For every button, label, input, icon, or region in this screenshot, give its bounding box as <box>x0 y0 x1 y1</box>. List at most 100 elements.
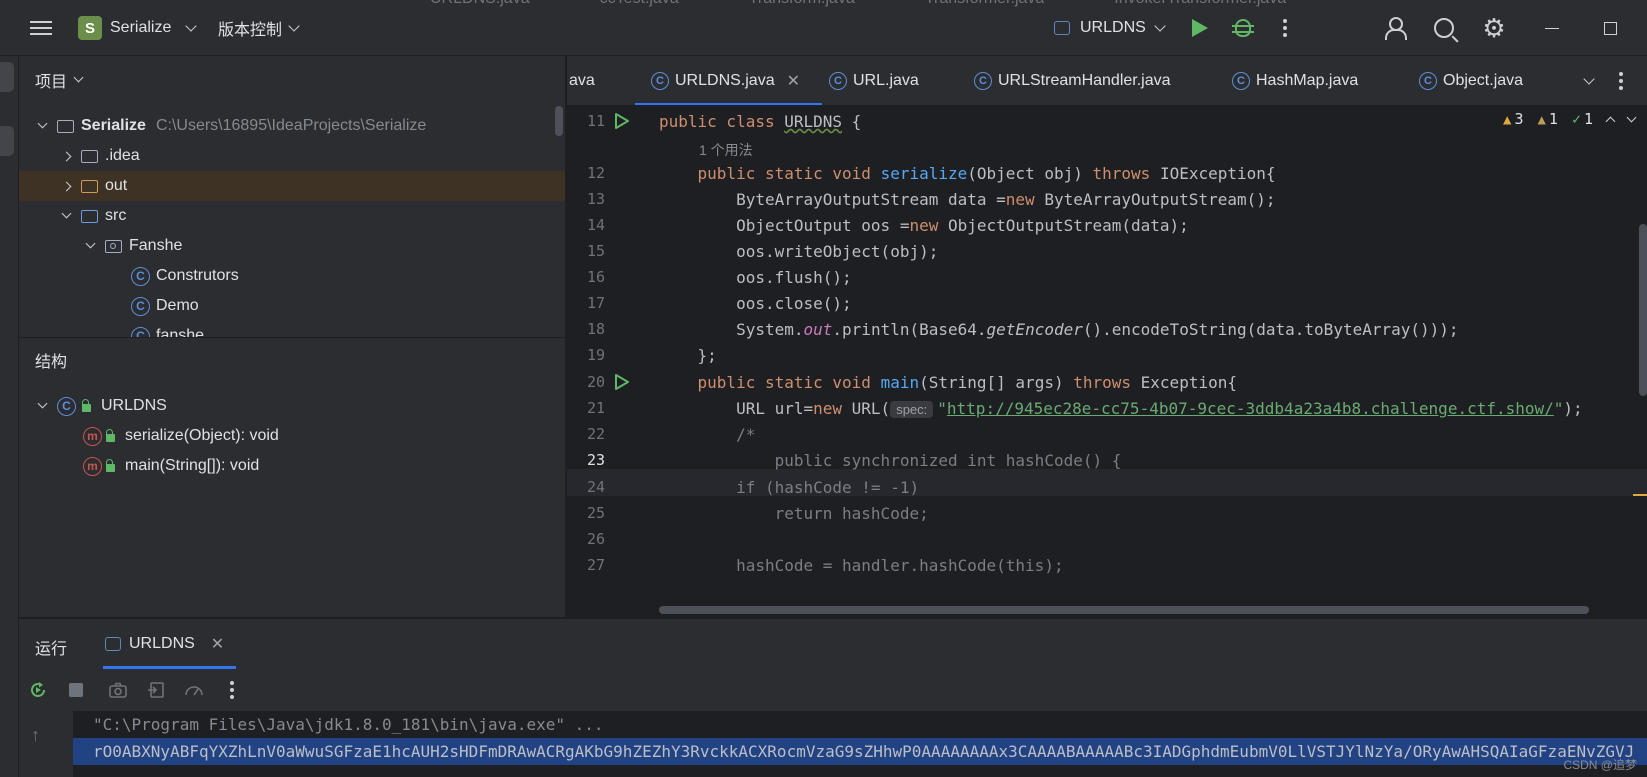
tab-label: HashMap.java <box>1256 72 1359 89</box>
editor-tab-bar: ava C URLDNS.java ✕ C URL.java C URLStre… <box>567 56 1647 106</box>
run-tab[interactable]: URLDNS ✕ <box>102 619 237 669</box>
chevron-down-icon <box>85 238 95 249</box>
stop-icon[interactable] <box>63 677 89 703</box>
tree-item-demo[interactable]: C Demo <box>19 291 565 321</box>
class-icon: C <box>57 396 76 416</box>
chevron-right-icon <box>61 181 71 191</box>
project-selector[interactable]: S Serialize <box>78 0 198 56</box>
chevron-down-icon <box>1583 72 1595 85</box>
code-line: public static void serialize(Object obj)… <box>697 164 1276 183</box>
menu-icon[interactable] <box>30 0 54 56</box>
background-tab[interactable]: URLDNS.java <box>430 0 530 8</box>
chevron-up-icon[interactable] <box>1605 116 1616 126</box>
run-gutter-icon[interactable] <box>614 373 630 391</box>
code-line: oos.close(); <box>659 294 852 313</box>
tree-item-src[interactable]: src <box>19 201 565 231</box>
tree-item-out[interactable]: out <box>19 171 565 201</box>
line-number: 12 <box>586 164 605 182</box>
rerun-icon[interactable] <box>25 677 51 703</box>
structure-class-label: URLDNS <box>101 397 167 414</box>
restore-layout-icon[interactable] <box>143 677 169 703</box>
vcs-menu[interactable]: 版本控制 <box>218 0 300 56</box>
class-icon: C <box>131 296 150 316</box>
editor-tab-active[interactable]: C URLDNS.java ✕ <box>635 56 822 105</box>
line-number: 19 <box>586 346 605 364</box>
left-tool-strip <box>0 56 19 777</box>
structure-method-item[interactable]: m serialize(Object): void <box>19 421 566 451</box>
search-icon[interactable] <box>1424 0 1464 56</box>
more-icon[interactable] <box>219 677 245 703</box>
chevron-down-icon <box>1154 19 1166 32</box>
more-icon[interactable] <box>1265 0 1305 56</box>
inspection-widget[interactable]: ▲ 3 ▲ 1 ✓ 1 <box>1503 110 1647 128</box>
close-icon[interactable]: ✕ <box>787 71 800 91</box>
line-number: 11 <box>586 112 605 130</box>
code-line: URL url=new URL(spec: "http://945ec28e-cc… <box>659 399 1583 418</box>
editor-tab[interactable]: ava <box>569 56 595 105</box>
editor-tab[interactable]: C URLStreamHandler.java <box>974 56 1171 105</box>
run-configuration-selector[interactable]: URLDNS <box>1054 0 1166 56</box>
maximize-icon[interactable] <box>1590 0 1630 56</box>
code-editor[interactable]: ▲ 3 ▲ 1 ✓ 1 11 12 13 14 15 16 17 18 19 20 2… <box>567 106 1647 617</box>
camera-icon[interactable] <box>105 677 131 703</box>
tree-item-construtors[interactable]: C Construtors <box>19 261 565 291</box>
project-tool-icon[interactable] <box>0 62 14 92</box>
console-output-line: rO0ABXNyABFqYXZhLnV0aWwuSGFzaE1hcAUH2sHD… <box>73 738 1647 765</box>
tree-item-fanshe[interactable]: Fanshe <box>19 231 565 261</box>
tab-label: URLStreamHandler.java <box>998 72 1171 89</box>
editor-tab[interactable]: C Object.java <box>1419 56 1523 105</box>
editor-tab[interactable]: C HashMap.java <box>1232 56 1359 105</box>
tree-item-label: Fanshe <box>129 237 183 254</box>
structure-panel-title: 结构 <box>35 354 68 371</box>
folder-icon <box>81 149 98 163</box>
tree-item-label: Demo <box>156 297 199 314</box>
background-tab[interactable]: ccTest.java <box>600 0 679 8</box>
scroll-up-icon[interactable]: ↑ <box>31 725 40 746</box>
tree-item-serialize[interactable]: Serialize C:\Users\16895\IdeaProjects\Se… <box>19 111 565 141</box>
structure-class-item[interactable]: C URLDNS <box>19 391 566 421</box>
public-lock-icon <box>106 429 115 442</box>
line-number: 23 <box>586 451 605 469</box>
close-icon[interactable]: ✕ <box>211 634 224 654</box>
structure-method-item[interactable]: m main(String[]): void <box>19 451 566 481</box>
project-scrollbar[interactable] <box>555 106 563 136</box>
project-panel-header[interactable]: 项目 <box>19 56 565 104</box>
settings-icon[interactable]: ⚙ <box>1474 0 1514 56</box>
chevron-down-icon[interactable] <box>1626 112 1637 122</box>
tree-item-label: src <box>105 207 127 224</box>
structure-panel-header: 结构 <box>19 338 565 382</box>
module-path: C:\Users\16895\IdeaProjects\Serialize <box>155 117 427 134</box>
editor-vertical-scrollbar[interactable] <box>1639 224 1647 396</box>
editor-options-icon[interactable] <box>1619 56 1623 105</box>
tree-item-label: Construtors <box>156 267 239 284</box>
method-icon: m <box>83 456 102 476</box>
line-number: 18 <box>586 320 605 338</box>
tree-item-idea[interactable]: .idea <box>19 141 565 171</box>
project-panel-title: 项目 <box>35 74 68 91</box>
usage-hint[interactable]: 1 个用法 <box>699 140 753 160</box>
background-tab[interactable]: Transformer.java <box>925 0 1044 8</box>
minimize-icon[interactable] <box>1532 0 1572 56</box>
debug-icon[interactable] <box>1223 0 1263 56</box>
run-config-icon <box>1054 21 1070 35</box>
background-tab[interactable]: Transform.java <box>749 0 855 8</box>
chevron-down-icon <box>37 398 47 409</box>
method-icon: m <box>83 426 102 446</box>
add-user-icon[interactable] <box>1375 0 1415 56</box>
profiler-icon[interactable] <box>181 677 207 703</box>
class-icon: C <box>829 72 847 90</box>
warning-stripe-mark[interactable] <box>1633 494 1647 496</box>
tab-list-dropdown[interactable] <box>1583 56 1595 105</box>
run-gutter-icon[interactable] <box>614 112 630 130</box>
chevron-right-icon <box>61 151 71 161</box>
structure-tool-icon[interactable] <box>0 126 14 156</box>
tree-item-fanshe-class[interactable]: C fanshe <box>19 321 565 337</box>
code-line: public synchronized int hashCode() { <box>659 451 1122 470</box>
editor-horizontal-scrollbar[interactable] <box>659 606 1589 614</box>
editor-tab[interactable]: C URL.java <box>829 56 919 105</box>
code-line: public static void main(String[] args) t… <box>697 373 1237 392</box>
console-output[interactable]: "C:\Program Files\Java\jdk1.8.0_181\bin\… <box>73 711 1647 777</box>
code-line: System.out.println(Base64.getEncoder().e… <box>659 320 1459 339</box>
run-icon[interactable] <box>1180 0 1220 56</box>
console-side-toolbar: ↑ <box>19 711 73 777</box>
